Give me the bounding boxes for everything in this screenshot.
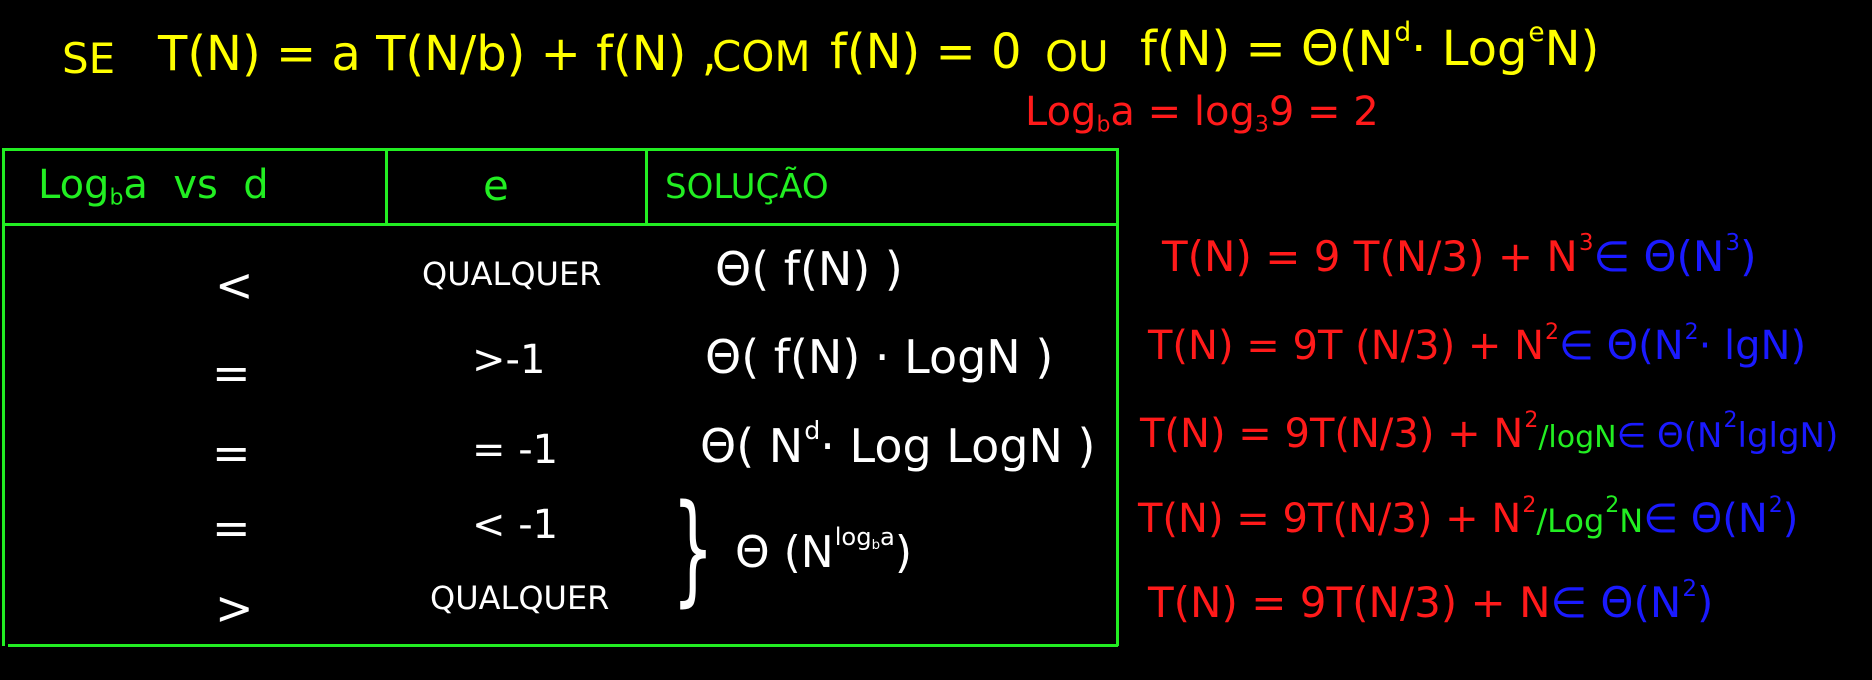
row-3-sol-sup: d — [804, 416, 821, 445]
row-1-solution: Θ( f(N) ) — [715, 242, 903, 296]
brace-sol-prefix: Θ (N — [735, 526, 834, 578]
row-1-e: QUALQUER — [422, 255, 602, 293]
header-e: e — [1528, 17, 1545, 48]
header-col-solucao: SOLUÇÃO — [665, 167, 829, 207]
header-d: d — [1394, 17, 1412, 48]
table-border-left — [2, 148, 5, 646]
log-calc-log: Log — [1025, 89, 1097, 135]
brace-sol-sup: logba — [834, 523, 895, 553]
brace-sol-close: ) — [894, 526, 913, 578]
table-border-right — [1116, 148, 1119, 646]
table-header-divider — [2, 223, 1118, 226]
brace: } — [672, 480, 714, 619]
row-2-e: >-1 — [472, 337, 546, 383]
table-col-divider-1 — [385, 148, 388, 225]
row-3-sol-a: Θ( N — [700, 418, 804, 473]
header-com: COM — [712, 32, 811, 81]
log-calc-rest: 9 = 2 — [1268, 89, 1379, 135]
header-n-close: N) — [1544, 20, 1600, 77]
header-col1-rest: a vs d — [123, 162, 269, 208]
header-f-theta: f(N) = Θ(Nd· LogeN) — [1140, 17, 1599, 72]
log-calc-three: 3 — [1254, 112, 1269, 138]
row-1-comparison: < — [215, 258, 254, 312]
example-2: T(N) = 9T (N/3) + N2∈ Θ(N2· lgN) — [1148, 320, 1807, 369]
header-ou: OU — [1045, 32, 1109, 81]
header-f-zero: f(N) = 0 — [830, 24, 1022, 80]
row-5-comparison: > — [215, 581, 254, 635]
row-2-comparison: = — [212, 346, 251, 400]
brace-solution: Θ (Nlogba) — [735, 525, 912, 575]
row-4-comparison: = — [212, 501, 251, 555]
header-se: SE — [62, 34, 116, 83]
row-3-e: = -1 — [472, 427, 559, 473]
row-4-e: < -1 — [472, 502, 559, 548]
header-f-theta-prefix: f(N) = Θ(N — [1140, 20, 1394, 77]
row-3-comparison: = — [212, 426, 251, 480]
header-col-e: e — [483, 161, 509, 210]
example-5: T(N) = 9T(N/3) + N∈ Θ(N2) — [1148, 576, 1714, 627]
header-col1-log: Log — [38, 162, 110, 208]
example-3: T(N) = 9T(N/3) + N2/logN∈ Θ(N2lglgN) — [1140, 408, 1839, 457]
row-3-solution: Θ( Nd· Log LogN ) — [700, 418, 1095, 469]
header-dot-log: · Log — [1411, 20, 1528, 77]
header-recurrence: T(N) = a T(N/b) + f(N) , — [158, 26, 717, 82]
row-2-solution: Θ( f(N) · LogN ) — [705, 330, 1054, 384]
log-calc-b: b — [1096, 112, 1111, 138]
row-3-sol-b: · Log LogN ) — [820, 418, 1096, 473]
example-1: T(N) = 9 T(N/3) + N3∈ Θ(N3) — [1162, 230, 1757, 281]
table-col-divider-2 — [645, 148, 648, 225]
log-calculation: Logba = log39 = 2 — [1025, 92, 1379, 137]
log-calc-a-eq: a = log — [1110, 89, 1255, 135]
header-col1-b: b — [109, 185, 124, 211]
table-border-top — [2, 148, 1118, 151]
example-4: T(N) = 9T(N/3) + N2/Log2N∈ Θ(N2) — [1138, 493, 1799, 542]
row-5-e: QUALQUER — [430, 579, 610, 617]
header-col-logba-vs-d: Logba vs d — [38, 165, 269, 210]
table-border-bottom — [8, 644, 1118, 647]
